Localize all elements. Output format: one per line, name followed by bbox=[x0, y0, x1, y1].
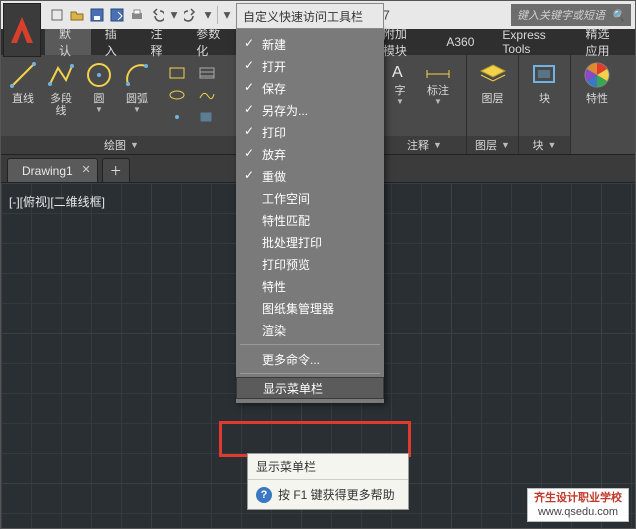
check-icon: ✓ bbox=[244, 36, 254, 50]
svg-text:A: A bbox=[392, 64, 403, 81]
qat-item-batchplot[interactable]: 批处理打印 bbox=[236, 231, 384, 253]
tab-insert[interactable]: 插入 bbox=[91, 29, 137, 55]
line-icon bbox=[7, 59, 39, 91]
tab-express[interactable]: Express Tools bbox=[488, 29, 571, 55]
qat-undo-dropdown-icon[interactable]: ▾ bbox=[167, 5, 181, 25]
check-icon: ✓ bbox=[244, 124, 254, 138]
app-menu-button[interactable] bbox=[3, 3, 41, 57]
tooltip-help: 按 F1 键获得更多帮助 bbox=[278, 486, 395, 503]
help-icon: ? bbox=[256, 487, 272, 503]
polyline-button[interactable]: 多段线 bbox=[45, 59, 77, 117]
circle-button[interactable]: 圆 ▼ bbox=[83, 59, 115, 114]
search-icon: 🔍 bbox=[611, 9, 625, 22]
color-wheel-icon bbox=[581, 59, 613, 91]
qat-item-matchprop[interactable]: 特性匹配 bbox=[236, 209, 384, 231]
file-tab-drawing1[interactable]: Drawing1 ✕ bbox=[7, 158, 98, 182]
qat-separator bbox=[217, 6, 218, 24]
region-icon[interactable] bbox=[193, 107, 221, 127]
search-input[interactable]: 键入关键字或短语 🔍 bbox=[511, 4, 631, 26]
chevron-down-icon[interactable]: ▼ bbox=[501, 140, 510, 150]
file-tab-new[interactable]: ＋ bbox=[102, 158, 130, 182]
ellipse-icon[interactable] bbox=[163, 85, 191, 105]
qat-new-icon[interactable] bbox=[47, 5, 67, 25]
check-icon: ✓ bbox=[244, 146, 254, 160]
text-button[interactable]: A 字 ▼ bbox=[385, 59, 415, 106]
line-button[interactable]: 直线 bbox=[7, 59, 39, 105]
qat-undo-icon[interactable] bbox=[147, 5, 167, 25]
menu-separator bbox=[240, 344, 380, 345]
layer-icon bbox=[477, 59, 509, 91]
polyline-icon bbox=[45, 59, 77, 91]
qat-customize-dropdown-icon[interactable]: ▾ bbox=[220, 5, 234, 25]
qat-open-icon[interactable] bbox=[67, 5, 87, 25]
draw-panel-footer[interactable]: 绘图 bbox=[104, 137, 126, 153]
qat-item-open[interactable]: ✓打开 bbox=[236, 55, 384, 77]
tab-annotate[interactable]: 注释 bbox=[137, 29, 183, 55]
tab-parametric[interactable]: 参数化 bbox=[182, 29, 237, 55]
qat-redo-dropdown-icon[interactable]: ▾ bbox=[201, 5, 215, 25]
qat-item-saveas[interactable]: ✓另存为... bbox=[236, 99, 384, 121]
chevron-down-icon[interactable]: ▼ bbox=[548, 140, 557, 150]
qat-saveas-icon[interactable] bbox=[107, 5, 127, 25]
watermark: 齐生设计职业学校 www.qsedu.com bbox=[527, 488, 629, 522]
qat-item-workspace[interactable]: 工作空间 bbox=[236, 187, 384, 209]
rectangle-icon[interactable] bbox=[163, 63, 191, 83]
block-icon bbox=[529, 59, 561, 91]
arc-button[interactable]: 圆弧 ▼ bbox=[121, 59, 153, 114]
annot-panel-footer[interactable]: 注释 bbox=[407, 137, 429, 153]
spline-icon[interactable] bbox=[193, 85, 221, 105]
qat-item-render[interactable]: 渲染 bbox=[236, 319, 384, 341]
hatch-icon[interactable] bbox=[193, 63, 221, 83]
block-button[interactable]: 块 bbox=[525, 59, 564, 105]
qat-item-discard[interactable]: ✓放弃 bbox=[236, 143, 384, 165]
dimension-icon bbox=[424, 59, 452, 83]
viewport-label[interactable]: [-][俯视][二维线框] bbox=[9, 193, 105, 210]
chevron-down-icon[interactable]: ▼ bbox=[433, 140, 442, 150]
tooltip: 显示菜单栏 ? 按 F1 键获得更多帮助 bbox=[247, 453, 409, 510]
qat-item-save[interactable]: ✓保存 bbox=[236, 77, 384, 99]
qat-item-new[interactable]: ✓新建 bbox=[236, 33, 384, 55]
circle-icon bbox=[83, 59, 115, 91]
chevron-down-icon[interactable]: ▼ bbox=[130, 140, 139, 150]
check-icon: ✓ bbox=[244, 168, 254, 182]
qat-item-redo[interactable]: ✓重做 bbox=[236, 165, 384, 187]
qat-item-props[interactable]: 特性 bbox=[236, 275, 384, 297]
plus-icon: ＋ bbox=[110, 162, 122, 179]
tooltip-title: 显示菜单栏 bbox=[248, 454, 408, 480]
block-panel-footer[interactable]: 块 bbox=[533, 137, 544, 153]
tab-a360[interactable]: A360 bbox=[432, 29, 488, 55]
properties-button[interactable]: 特性 bbox=[577, 59, 617, 105]
qat-customize-menu: 自定义快速访问工具栏 ✓新建 ✓打开 ✓保存 ✓另存为... ✓打印 ✓放弃 ✓… bbox=[236, 29, 384, 403]
qat-redo-icon[interactable] bbox=[181, 5, 201, 25]
tab-default[interactable]: 默认 bbox=[45, 29, 91, 55]
check-icon: ✓ bbox=[244, 102, 254, 116]
qat-item-print[interactable]: ✓打印 bbox=[236, 121, 384, 143]
check-icon: ✓ bbox=[244, 80, 254, 94]
qat-item-more[interactable]: 更多命令... bbox=[236, 348, 384, 370]
check-icon: ✓ bbox=[244, 58, 254, 72]
qat-item-sheetset[interactable]: 图纸集管理器 bbox=[236, 297, 384, 319]
dimension-button[interactable]: 标注 ▼ bbox=[421, 59, 455, 106]
point-icon[interactable] bbox=[163, 107, 191, 127]
layer-panel-footer[interactable]: 图层 bbox=[475, 137, 497, 153]
qat-print-icon[interactable] bbox=[127, 5, 147, 25]
text-icon: A bbox=[388, 59, 412, 83]
qat-save-icon[interactable] bbox=[87, 5, 107, 25]
qat-item-preview[interactable]: 打印预览 bbox=[236, 253, 384, 275]
qat-item-showmenu[interactable]: 显示菜单栏 bbox=[236, 377, 384, 399]
close-icon[interactable]: ✕ bbox=[81, 163, 90, 176]
search-placeholder: 键入关键字或短语 bbox=[517, 7, 605, 23]
arc-icon bbox=[121, 59, 153, 91]
layer-button[interactable]: 图层 bbox=[473, 59, 512, 105]
tab-featured[interactable]: 精选应用 bbox=[571, 29, 635, 55]
qat-menu-header: 自定义快速访问工具栏 bbox=[236, 3, 384, 29]
menu-separator bbox=[240, 373, 380, 374]
